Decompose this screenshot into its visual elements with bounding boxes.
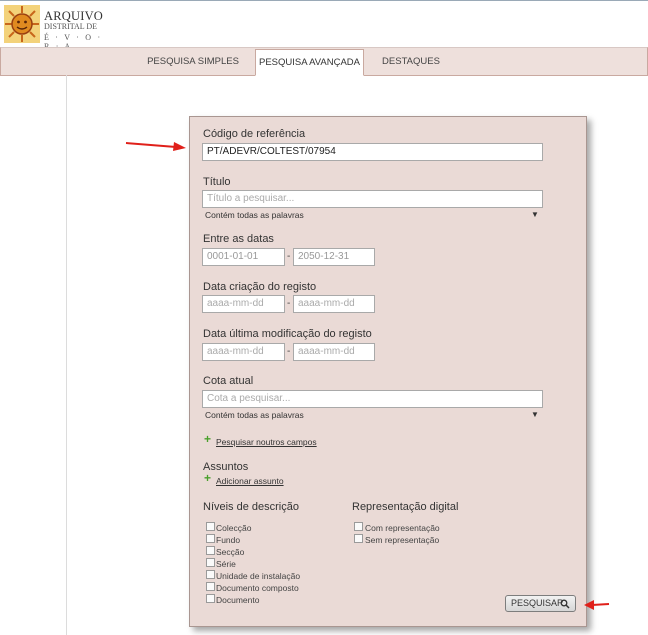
modification-date-to-input[interactable]: aaaa-mm-dd	[293, 343, 375, 361]
title-match-mode[interactable]: Contém todas as palavras	[205, 210, 304, 220]
archive-logo[interactable]: ARQUIVO DISTRITAL DE É · V · O · R · A	[4, 5, 104, 51]
call-number-match-mode[interactable]: Contém todas as palavras	[205, 410, 304, 420]
plus-icon[interactable]: +	[204, 472, 211, 484]
checkbox-sem-representacao[interactable]	[354, 534, 363, 543]
checkbox-coleccao[interactable]	[206, 522, 215, 531]
checkbox-documento-composto[interactable]	[206, 582, 215, 591]
checkbox-label: Documento	[216, 595, 260, 605]
add-subject-link[interactable]: Adicionar assunto	[216, 476, 284, 486]
checkbox-label: Fundo	[216, 535, 241, 545]
chevron-down-icon[interactable]: ▼	[531, 210, 539, 219]
search-submit-label: PESQUISAR	[511, 598, 564, 608]
date-range-separator: -	[287, 251, 291, 262]
creation-date-to-input[interactable]: aaaa-mm-dd	[293, 295, 375, 313]
call-number-label: Cota atual	[203, 375, 254, 387]
search-icon	[560, 599, 570, 609]
logo-subtitle: DISTRITAL DE	[44, 22, 98, 31]
modification-date-from-input[interactable]: aaaa-mm-dd	[202, 343, 285, 361]
red-arrow-icon	[125, 142, 186, 151]
checkbox-label: Colecção	[216, 523, 252, 533]
main-navigation: PESQUISA SIMPLES PESQUISA AVANÇADA DESTA…	[0, 47, 648, 76]
sun-logo-icon	[4, 5, 40, 43]
tab-destaques[interactable]: DESTAQUES	[373, 48, 449, 75]
red-arrow-icon	[584, 600, 610, 610]
checkbox-fundo[interactable]	[206, 534, 215, 543]
search-other-fields-link[interactable]: Pesquisar noutros campos	[216, 437, 317, 447]
description-levels-label: Níveis de descrição	[203, 501, 299, 513]
checkbox-label: Secção	[216, 547, 245, 557]
checkbox-label: Com representação	[365, 523, 440, 533]
call-number-input[interactable]: Cota a pesquisar...	[202, 390, 543, 408]
search-submit-button[interactable]: PESQUISAR	[505, 595, 576, 612]
creation-date-from-input[interactable]: aaaa-mm-dd	[202, 295, 285, 313]
content-divider	[66, 75, 67, 635]
checkbox-documento[interactable]	[206, 594, 215, 603]
checkbox-serie[interactable]	[206, 558, 215, 567]
checkbox-unidade-instalacao[interactable]	[206, 570, 215, 579]
checkbox-com-representacao[interactable]	[354, 522, 363, 531]
tab-pesquisa-simples[interactable]: PESQUISA SIMPLES	[137, 48, 249, 75]
checkbox-label: Unidade de instalação	[216, 571, 301, 581]
checkbox-label: Sem representação	[365, 535, 440, 545]
reference-code-input[interactable]: PT/ADEVR/COLTEST/07954	[202, 143, 543, 161]
title-input[interactable]: Título a pesquisar...	[202, 190, 543, 208]
reference-code-label: Código de referência	[203, 128, 306, 140]
modification-date-separator: -	[287, 346, 291, 357]
creation-date-label: Data criação do registo	[203, 281, 317, 293]
date-range-label: Entre as datas	[203, 233, 274, 245]
checkbox-label: Documento composto	[216, 583, 299, 593]
date-to-input[interactable]: 2050-12-31	[293, 248, 375, 266]
date-from-input[interactable]: 0001-01-01	[202, 248, 285, 266]
chevron-down-icon[interactable]: ▼	[531, 410, 539, 419]
digital-representation-label: Representação digital	[352, 501, 459, 513]
top-border	[0, 0, 648, 1]
title-label: Título	[203, 176, 231, 188]
checkbox-label: Série	[216, 559, 236, 569]
plus-icon[interactable]: +	[204, 433, 211, 445]
creation-date-separator: -	[287, 298, 291, 309]
tab-pesquisa-avancada[interactable]: PESQUISA AVANÇADA	[255, 49, 364, 76]
modification-date-label: Data última modificação do registo	[203, 328, 372, 340]
checkbox-seccao[interactable]	[206, 546, 215, 555]
